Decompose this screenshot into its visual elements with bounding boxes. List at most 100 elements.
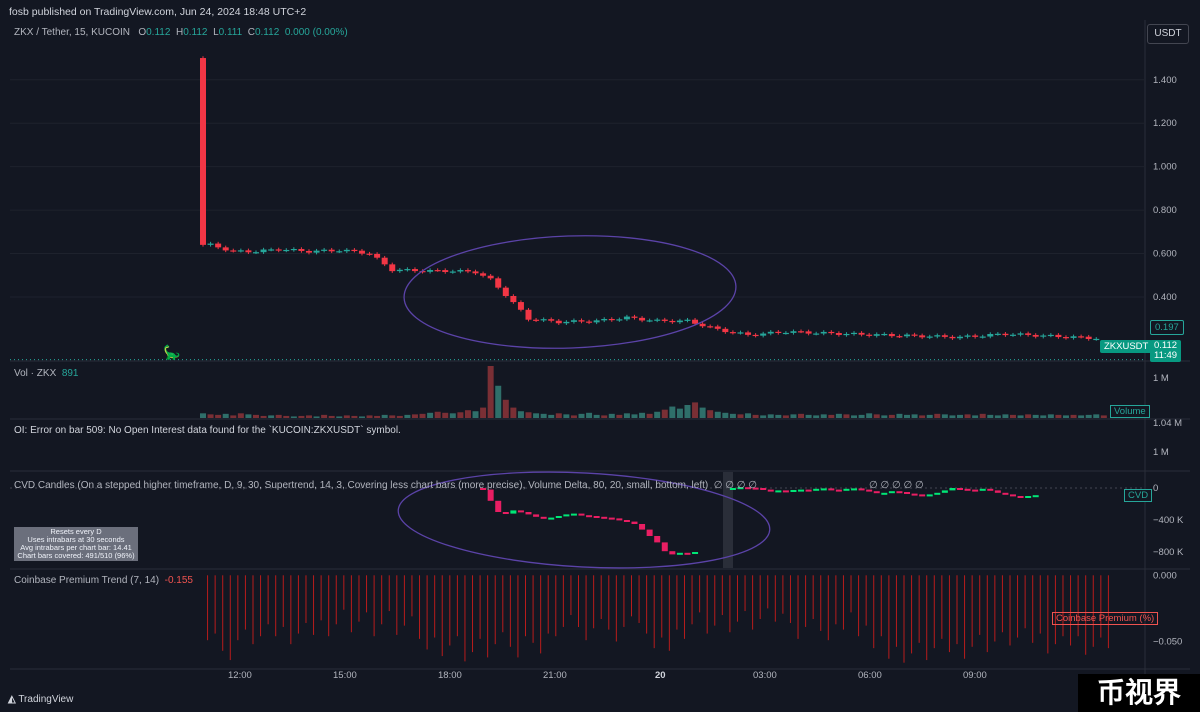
price-candle	[881, 333, 888, 336]
volume-bar	[608, 413, 615, 418]
volume-tag: Volume	[1110, 405, 1150, 418]
volume-bar	[813, 415, 820, 418]
volume-bar	[237, 413, 244, 418]
cvd-candle	[692, 552, 699, 554]
cvd-title[interactable]: CVD Candles (On a stepped higher timefra…	[14, 480, 708, 491]
price-candle	[381, 257, 388, 265]
cvd-candle	[563, 514, 570, 517]
price-candle	[1062, 337, 1069, 339]
price-candle	[714, 326, 721, 329]
volume-bar	[866, 413, 873, 418]
price-candle	[366, 253, 373, 255]
volume-bar	[654, 411, 661, 418]
time-axis-label: 21:00	[543, 670, 567, 681]
cvd-legend: CVD Candles (On a stepped higher timefra…	[14, 480, 757, 491]
price-candle	[1025, 333, 1032, 335]
cvd-candle	[540, 516, 547, 519]
logo-icon: ◭	[8, 694, 16, 705]
volume-bar	[676, 408, 683, 418]
volume-bar	[904, 414, 911, 418]
volume-bar	[1040, 415, 1047, 418]
volume-bar	[404, 414, 411, 418]
price-tick-label: 1.200	[1153, 118, 1177, 129]
price-candle	[275, 249, 282, 251]
volume-bar	[752, 414, 759, 418]
volume-bar	[563, 414, 570, 418]
symbol-legend: ZKX / Tether, 15, KUCOIN O0.112 H0.112 L…	[14, 27, 348, 38]
cvd-candle	[676, 552, 683, 555]
chart-canvas[interactable]: 1.400 1.200 1.000 0.800 0.600 0.400 12:00 15:00…	[0, 0, 1200, 712]
premium-legend: Coinbase Premium Trend (7, 14) -0.155	[14, 575, 193, 586]
price-candle	[442, 270, 449, 273]
cvd-markers-right: ∅ ∅ ∅ ∅ ∅	[869, 480, 924, 491]
volume-bar	[661, 409, 668, 418]
volume-bar	[888, 414, 895, 418]
price-candle	[449, 271, 456, 273]
price-candle	[411, 269, 418, 272]
price-candle	[540, 319, 547, 321]
premium-tick-label: 0.000	[1153, 570, 1177, 581]
cvd-candle	[858, 488, 865, 491]
volume-bar	[472, 411, 479, 418]
price-candle	[813, 333, 820, 335]
volume-bar	[820, 414, 827, 418]
volume-bar	[1002, 414, 1009, 418]
cvd-candle	[775, 490, 782, 493]
price-candle	[661, 319, 668, 321]
price-candle	[495, 278, 502, 288]
price-candle	[237, 250, 244, 252]
volume-bar	[1100, 415, 1107, 418]
premium-title[interactable]: Coinbase Premium Trend (7, 14)	[14, 575, 159, 586]
volume-bar	[207, 414, 214, 418]
volume-bar	[419, 413, 426, 418]
price-candle	[593, 320, 600, 323]
price-candle	[1093, 338, 1100, 341]
price-candle	[1047, 334, 1054, 337]
volume-bar	[222, 413, 229, 418]
price-candle	[570, 320, 577, 322]
cvd-candle	[639, 524, 646, 530]
volume-bar	[336, 416, 343, 418]
volume-bar	[593, 414, 600, 418]
currency-selector[interactable]: USDT	[1147, 24, 1189, 44]
cvd-candle	[646, 529, 653, 536]
price-candle	[358, 250, 365, 254]
premium-tag: Coinbase Premium (%)	[1052, 612, 1159, 625]
volume-bar	[343, 415, 350, 418]
price-candle	[207, 243, 214, 245]
volume-bar	[510, 407, 517, 418]
tradingview-logo[interactable]: ◭ TradingView	[8, 694, 73, 705]
volume-bar	[290, 416, 297, 418]
cvd-candle	[487, 489, 494, 501]
price-tick-label: 0.400	[1153, 292, 1177, 303]
volume-bar	[843, 414, 850, 418]
cvd-candle	[570, 513, 577, 516]
price-candle	[979, 336, 986, 338]
volume-bar	[729, 413, 736, 418]
volume-bar	[260, 415, 267, 418]
volume-bar	[639, 412, 646, 418]
cvd-tick-label: 0	[1153, 483, 1158, 494]
low-value: 0.111	[218, 27, 243, 38]
annotation-ellipse	[403, 235, 737, 349]
symbol-name[interactable]: ZKX / Tether, 15, KUCOIN	[14, 27, 130, 38]
volume-bar	[805, 414, 812, 418]
volume-bar	[480, 407, 487, 418]
volume-bar	[351, 415, 358, 418]
volume-bar	[941, 414, 948, 418]
price-candle	[654, 319, 661, 321]
cvd-tick-label: −400 K	[1153, 515, 1184, 526]
last-price-line-tag: 0.197	[1150, 320, 1184, 335]
cvd-candle	[828, 488, 835, 491]
volume-bar	[464, 410, 471, 418]
cvd-candle	[548, 517, 555, 520]
volume-title[interactable]: Vol · ZKX	[14, 368, 56, 379]
price-candle	[782, 332, 789, 335]
cvd-candle	[896, 491, 903, 494]
volume-bar	[321, 414, 328, 418]
volume-bar	[979, 413, 986, 418]
price-candle	[934, 335, 941, 337]
high-value: 0.112	[183, 27, 208, 38]
price-candle	[941, 335, 948, 337]
price-candle	[692, 319, 699, 324]
